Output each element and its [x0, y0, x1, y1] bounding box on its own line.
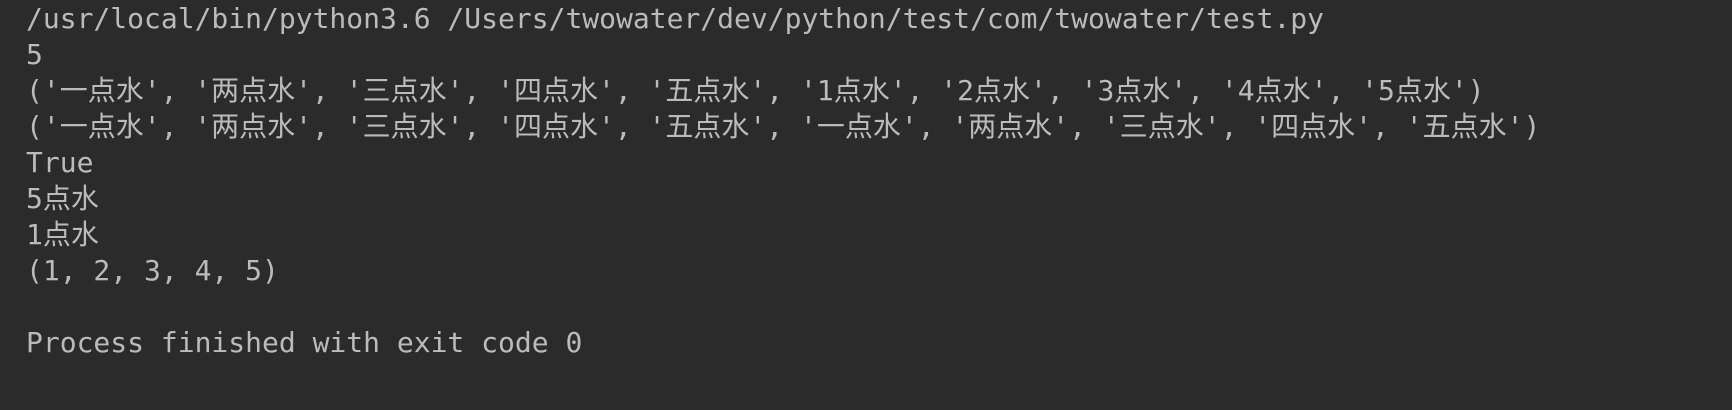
output-line: True — [26, 146, 94, 179]
output-line: 5 — [26, 38, 43, 71]
command-line: /usr/local/bin/python3.6 /Users/twowater… — [26, 2, 1325, 35]
output-line: ('一点水', '两点水', '三点水', '四点水', '五点水', '1点水… — [26, 74, 1485, 107]
output-line: (1, 2, 3, 4, 5) — [26, 254, 279, 287]
run-console-output[interactable]: /usr/local/bin/python3.6 /Users/twowater… — [0, 1, 1732, 410]
exit-status-message: Process finished with exit code 0 — [26, 326, 583, 359]
output-line: ('一点水', '两点水', '三点水', '四点水', '五点水', '一点水… — [26, 110, 1541, 143]
output-line: 1点水 — [26, 218, 99, 251]
output-line: 5点水 — [26, 182, 99, 215]
